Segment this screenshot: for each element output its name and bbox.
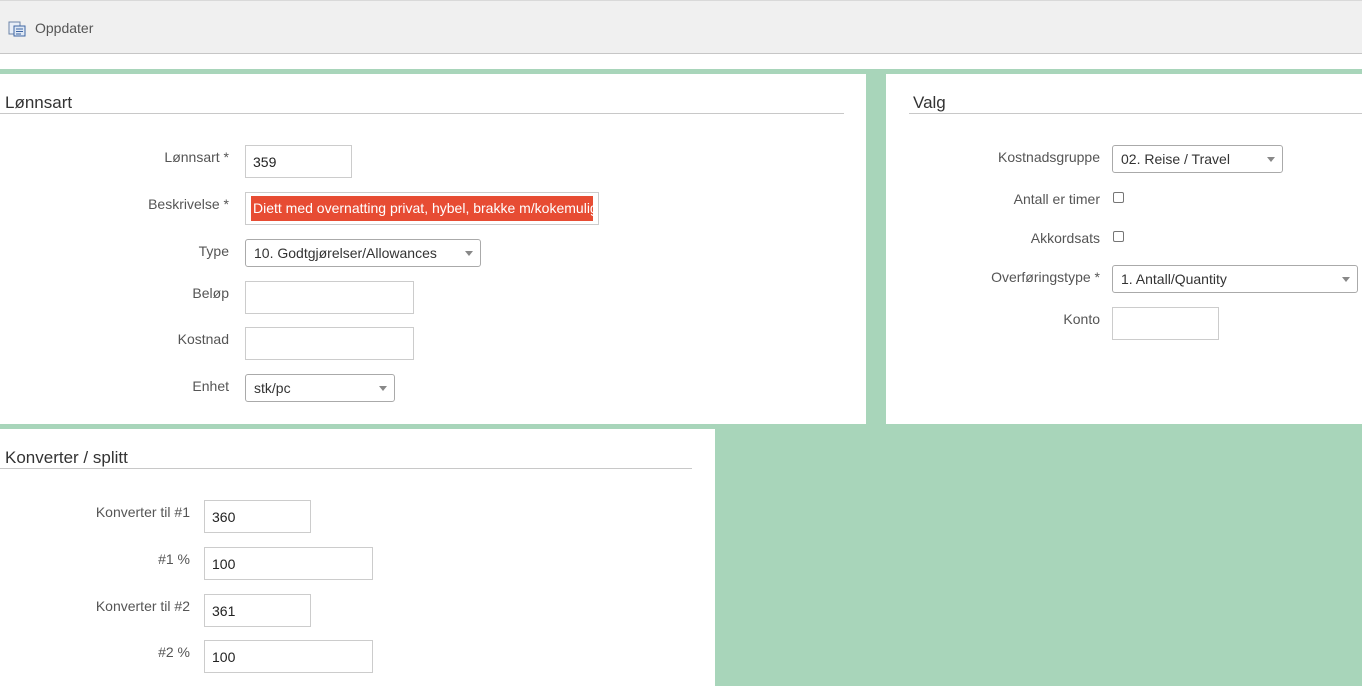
belop-label: Beløp <box>192 285 229 301</box>
konverter-panel-title: Konverter / splitt <box>5 448 128 467</box>
konverter1-input[interactable] <box>204 500 311 533</box>
konverter2-input[interactable] <box>204 594 311 627</box>
valg-panel-title: Valg <box>913 93 946 112</box>
refresh-label: Oppdater <box>35 20 94 36</box>
type-select-value: 10. Godtgjørelser/Allowances <box>254 245 437 261</box>
beskrivelse-label: Beskrivelse * <box>148 196 229 212</box>
antall-er-timer-checkbox[interactable] <box>1113 192 1124 203</box>
konverter-panel-divider <box>0 468 692 469</box>
refresh-icon <box>8 21 26 37</box>
pct1-input[interactable] <box>204 547 373 580</box>
beskrivelse-input[interactable]: Diett med overnatting privat, hybel, bra… <box>245 192 599 225</box>
belop-input[interactable] <box>245 281 414 314</box>
overforingstype-select[interactable]: 1. Antall/Quantity <box>1112 265 1358 293</box>
pct2-input[interactable] <box>204 640 373 673</box>
type-select[interactable]: 10. Godtgjørelser/Allowances <box>245 239 481 267</box>
antall-er-timer-label: Antall er timer <box>1013 191 1100 207</box>
chevron-down-icon <box>379 386 387 391</box>
akkordsats-checkbox[interactable] <box>1113 231 1124 242</box>
toolbar: Oppdater <box>0 0 1362 54</box>
valg-panel: Valg Kostnadsgruppe 02. Reise / Travel A… <box>886 74 1362 424</box>
chevron-down-icon <box>1267 157 1275 162</box>
konto-input[interactable] <box>1112 307 1219 340</box>
kostnadsgruppe-select-value: 02. Reise / Travel <box>1121 151 1230 167</box>
konto-label: Konto <box>1063 311 1100 327</box>
enhet-label: Enhet <box>192 378 229 394</box>
overforingstype-label: Overføringstype * <box>991 269 1100 285</box>
konverter-panel: Konverter / splitt Konverter til #1 #1 %… <box>0 429 715 686</box>
pct1-label: #1 % <box>158 551 190 567</box>
lonnsart-label: Lønnsart * <box>164 149 229 165</box>
type-label: Type <box>198 243 229 259</box>
konverter1-label: Konverter til #1 <box>95 504 190 520</box>
pct2-label: #2 % <box>158 644 190 660</box>
konverter2-label: Konverter til #2 <box>95 598 190 614</box>
toolbar-spacer <box>0 54 1362 69</box>
beskrivelse-selected-text: Diett med overnatting privat, hybel, bra… <box>251 196 593 221</box>
lonnsart-panel-title: Lønnsart <box>5 93 73 112</box>
enhet-select[interactable]: stk/pc <box>245 374 395 402</box>
lonnsart-input[interactable] <box>245 145 352 178</box>
enhet-select-value: stk/pc <box>254 380 291 396</box>
kostnad-label: Kostnad <box>177 331 229 347</box>
chevron-down-icon <box>1342 277 1350 282</box>
chevron-down-icon <box>465 251 473 256</box>
refresh-button[interactable]: Oppdater <box>8 17 93 39</box>
kostnadsgruppe-select[interactable]: 02. Reise / Travel <box>1112 145 1283 173</box>
lonnsart-panel-divider <box>0 113 844 114</box>
kostnad-input[interactable] <box>245 327 414 360</box>
valg-panel-divider <box>909 113 1362 114</box>
overforingstype-select-value: 1. Antall/Quantity <box>1121 271 1227 287</box>
akkordsats-label: Akkordsats <box>1030 230 1100 246</box>
kostnadsgruppe-label: Kostnadsgruppe <box>998 149 1100 165</box>
lonnsart-panel: Lønnsart Lønnsart * Beskrivelse * Diett … <box>0 74 866 424</box>
